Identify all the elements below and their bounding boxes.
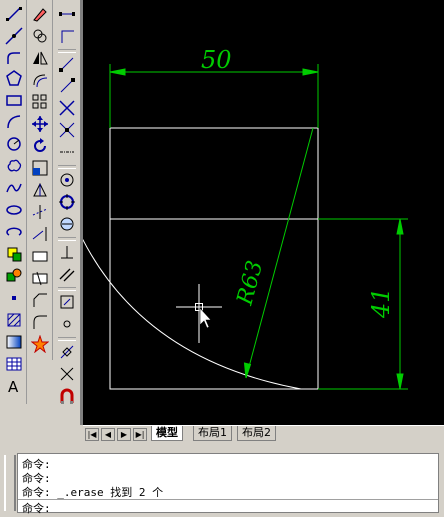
- command-history: 命令: 命令: 命令: _.erase 找到 2 个 命令:: [17, 453, 439, 516]
- revision-cloud-icon[interactable]: [3, 156, 25, 176]
- next-tab-button[interactable]: ▶: [117, 428, 131, 441]
- arc-icon[interactable]: [3, 112, 25, 132]
- drawing-area[interactable]: 50 41 R63: [83, 0, 444, 425]
- explode-icon[interactable]: [29, 334, 51, 354]
- table-icon[interactable]: [3, 354, 25, 374]
- arrow-bottom: [396, 373, 404, 390]
- move-icon[interactable]: [29, 114, 51, 134]
- trim-icon[interactable]: [29, 202, 51, 222]
- polygon-icon[interactable]: [3, 68, 25, 88]
- break-icon[interactable]: [29, 268, 51, 288]
- nearest-snap-icon[interactable]: [56, 342, 78, 362]
- ellipse-arc-icon[interactable]: [3, 222, 25, 242]
- linear-dim-icon[interactable]: [56, 4, 78, 24]
- stretch-icon[interactable]: [29, 180, 51, 200]
- pointer-arrow-icon: [199, 307, 212, 329]
- chamfer-icon[interactable]: [29, 290, 51, 310]
- dim-text-width: 50: [201, 46, 232, 74]
- parallel-snap-icon[interactable]: [56, 264, 78, 284]
- crosshair-cursor: [176, 284, 222, 343]
- radius-dim-icon[interactable]: [56, 54, 78, 74]
- dim-text-radius: R63: [232, 258, 268, 308]
- multiline-text-icon[interactable]: A: [3, 376, 25, 396]
- last-tab-button[interactable]: ▶|: [133, 428, 147, 441]
- aligned-dim-icon[interactable]: [56, 26, 78, 46]
- dim-text-height: 41: [367, 287, 395, 319]
- tab-layout1[interactable]: 布局1: [193, 426, 232, 441]
- diameter-dim-icon[interactable]: [56, 76, 78, 96]
- drawing-svg[interactable]: 50 41 R63: [83, 0, 444, 425]
- draw-toolbar: A: [2, 0, 27, 404]
- fillet-icon[interactable]: [29, 312, 51, 332]
- erase-icon[interactable]: [29, 4, 51, 24]
- command-history-line: 命令: _.erase 找到 2 个: [22, 486, 164, 499]
- point-icon[interactable]: [3, 288, 25, 308]
- arrow-right: [302, 68, 319, 76]
- none-snap-icon[interactable]: [56, 364, 78, 384]
- extend-icon[interactable]: [29, 224, 51, 244]
- spline-icon[interactable]: [3, 178, 25, 198]
- scale-icon[interactable]: [29, 158, 51, 178]
- baseline-dim-icon[interactable]: [56, 120, 78, 140]
- center-mark-icon[interactable]: [56, 170, 78, 190]
- dim-line-radius: [245, 127, 314, 379]
- command-window-grip[interactable]: [4, 455, 16, 511]
- arrow-top: [396, 218, 404, 235]
- make-block-icon[interactable]: [3, 266, 25, 286]
- tab-layout2[interactable]: 布局2: [237, 426, 276, 441]
- modify-toolbar: [28, 0, 53, 360]
- circle-icon[interactable]: [3, 134, 25, 154]
- node-snap-icon[interactable]: [56, 314, 78, 334]
- command-window: 命令: 命令: 命令: _.erase 找到 2 个 命令:: [0, 447, 444, 517]
- rectangle-icon[interactable]: [3, 90, 25, 110]
- arc-curve[interactable]: [83, 236, 302, 390]
- osnap-settings-icon[interactable]: [56, 386, 78, 406]
- gradient-icon[interactable]: [3, 332, 25, 352]
- insert-block-icon[interactable]: [3, 244, 25, 264]
- layout-tabs-bar: |◀ ◀ ▶ ▶| 模型 布局1 布局2: [83, 425, 444, 442]
- hatch-icon[interactable]: [3, 310, 25, 330]
- arrow-left: [109, 68, 126, 76]
- array-icon[interactable]: [29, 92, 51, 112]
- command-prompt-input[interactable]: 命令:: [22, 500, 51, 516]
- quick-dim-icon[interactable]: [56, 98, 78, 118]
- offset-icon[interactable]: [29, 70, 51, 90]
- construction-line-icon[interactable]: [3, 26, 25, 46]
- break-at-point-icon[interactable]: [29, 246, 51, 266]
- insert-snap-icon[interactable]: [56, 292, 78, 312]
- perpendicular-snap-icon[interactable]: [56, 242, 78, 262]
- dimedit-icon[interactable]: [56, 214, 78, 234]
- geometry: [83, 127, 319, 390]
- polyline-icon[interactable]: [3, 48, 25, 68]
- mirror-icon[interactable]: [29, 48, 51, 68]
- first-tab-button[interactable]: |◀: [85, 428, 99, 441]
- rotate-icon[interactable]: [29, 136, 51, 156]
- tab-model[interactable]: 模型: [151, 426, 183, 441]
- tolerance-icon[interactable]: [56, 192, 78, 212]
- prev-tab-button[interactable]: ◀: [101, 428, 115, 441]
- line-icon[interactable]: [3, 4, 25, 24]
- copy-icon[interactable]: [29, 26, 51, 46]
- svg-text:A: A: [8, 378, 19, 395]
- continue-dim-icon[interactable]: [56, 142, 78, 162]
- ellipse-icon[interactable]: [3, 200, 25, 220]
- dimensions: [109, 64, 408, 390]
- dimension-toolbar: [55, 0, 79, 408]
- rectangle-outline[interactable]: [109, 127, 319, 390]
